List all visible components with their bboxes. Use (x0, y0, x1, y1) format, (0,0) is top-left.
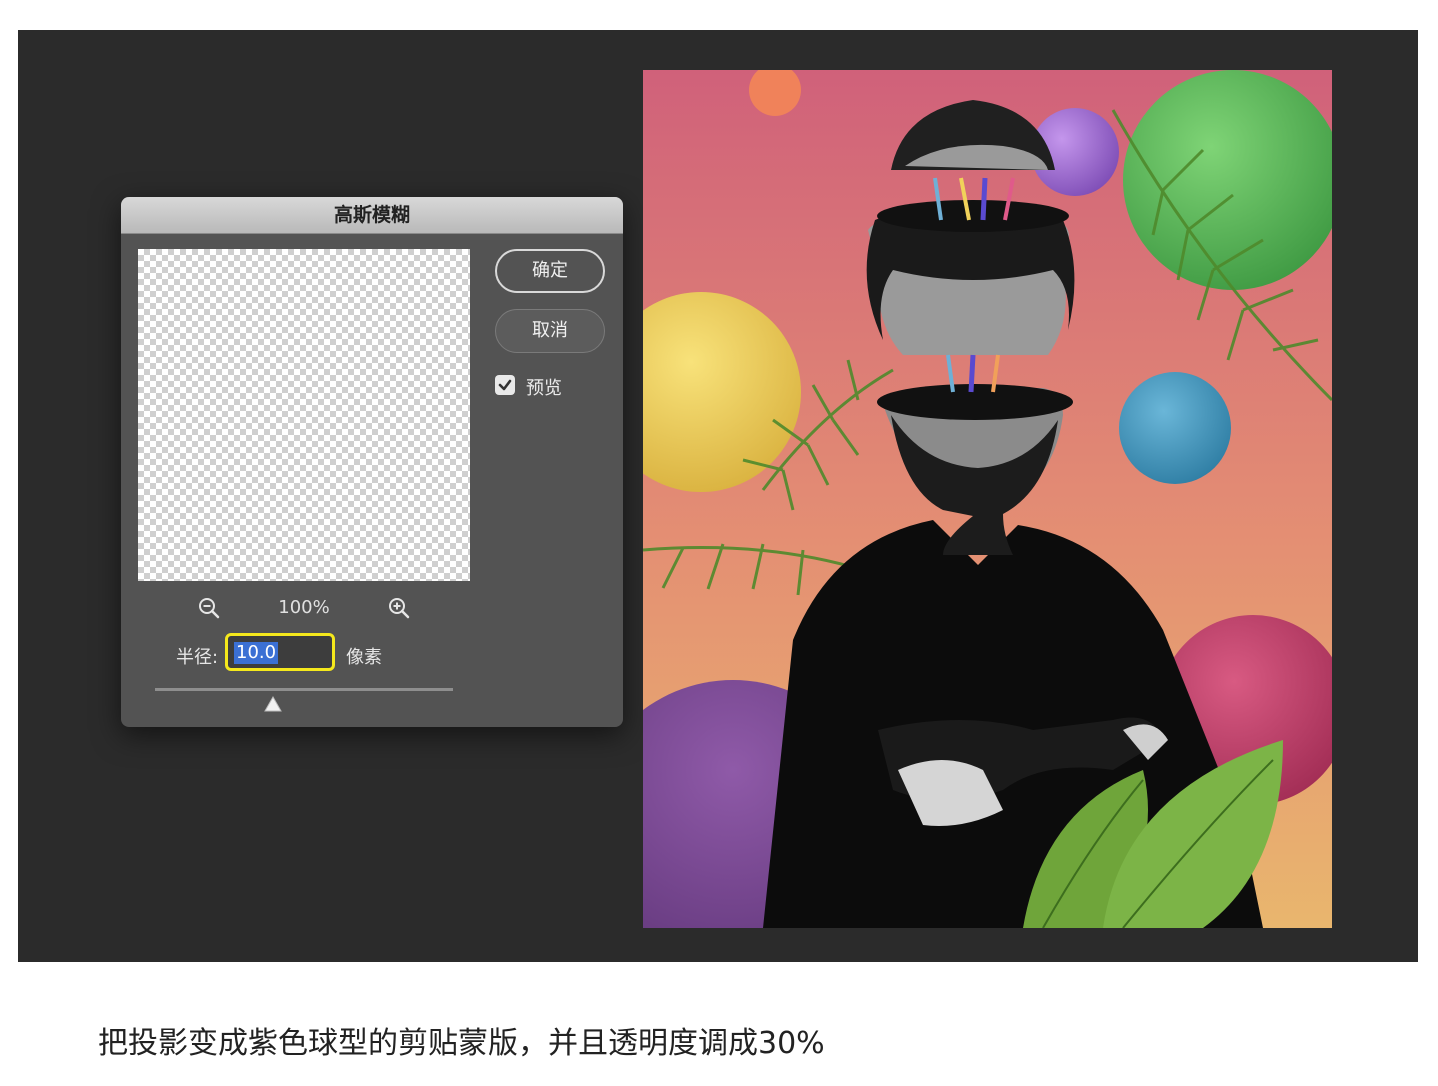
zoom-in-icon[interactable] (386, 595, 412, 621)
zoom-controls: 100% (138, 595, 470, 621)
zoom-out-icon[interactable] (196, 595, 222, 621)
workspace-canvas: 高斯模糊 100% 半径: 10.0 像素 确定 取消 预览 (18, 30, 1418, 962)
checkmark-icon (498, 379, 512, 391)
preview-checkbox[interactable] (495, 375, 515, 395)
radius-value: 10.0 (234, 642, 279, 664)
radius-label: 半径: (176, 647, 219, 668)
blur-preview-pane[interactable] (138, 249, 470, 581)
cancel-button[interactable]: 取消 (495, 309, 605, 353)
artwork-document (643, 70, 1332, 928)
radius-slider-thumb[interactable] (264, 695, 282, 712)
radius-input[interactable]: 10.0 (225, 633, 335, 671)
zoom-level: 100% (278, 597, 330, 618)
dialog-title: 高斯模糊 (121, 197, 623, 234)
gaussian-blur-dialog: 高斯模糊 100% 半径: 10.0 像素 确定 取消 预览 (121, 197, 623, 727)
collage-artwork (643, 70, 1332, 928)
radius-slider-track[interactable] (155, 688, 453, 691)
ok-button[interactable]: 确定 (495, 249, 605, 293)
radius-unit-label: 像素 (346, 647, 382, 668)
preview-label: 预览 (526, 378, 562, 399)
article-caption: 把投影变成紫色球型的剪贴蒙版，并且透明度调成30% (98, 1026, 825, 1061)
blue-sphere (1119, 372, 1231, 484)
radius-row: 半径: 10.0 像素 (176, 633, 436, 675)
